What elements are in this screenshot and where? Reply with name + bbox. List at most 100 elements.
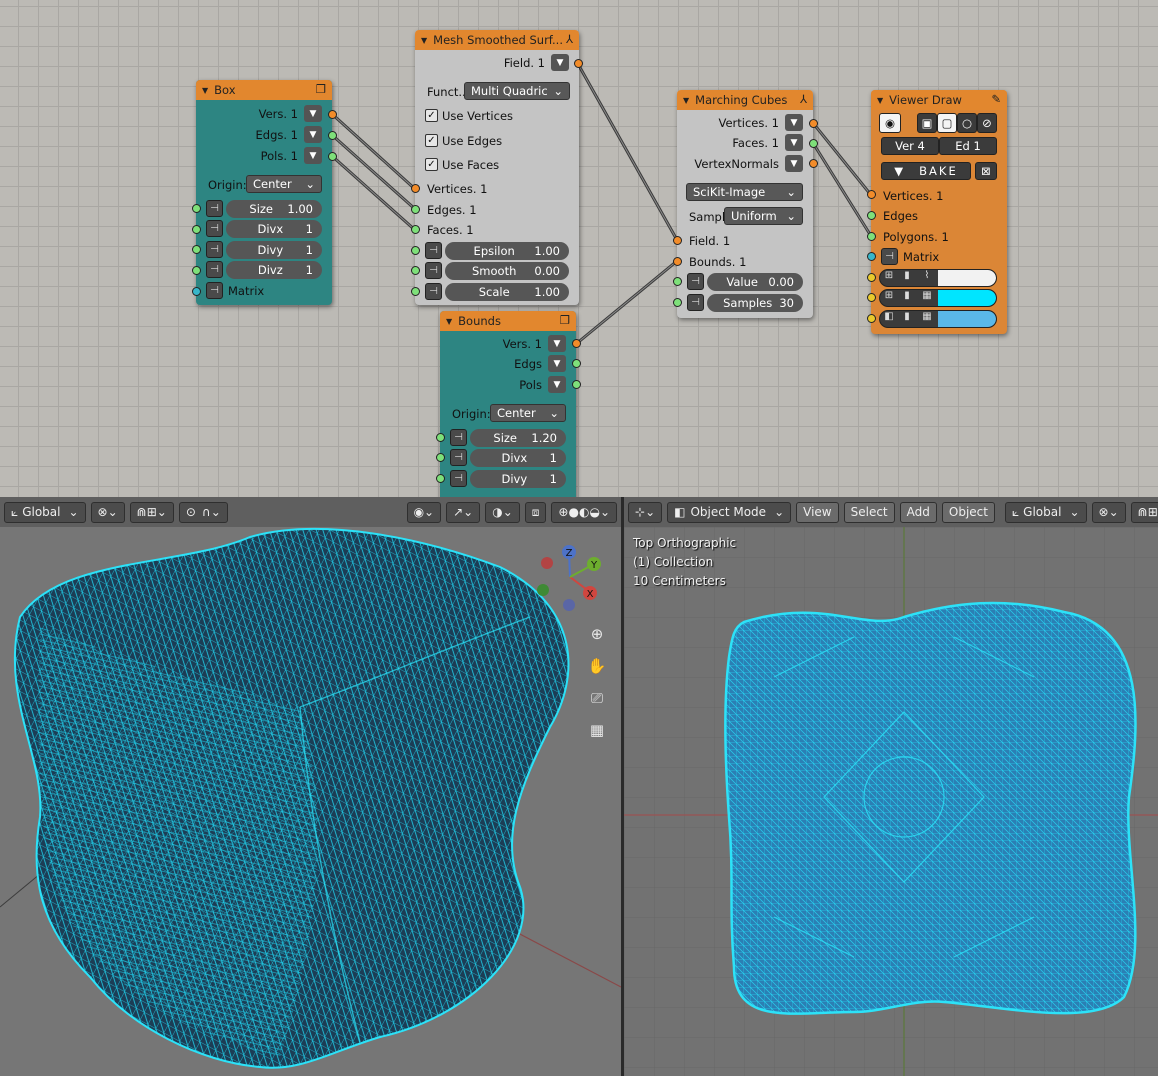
socket-input[interactable]: [867, 273, 876, 282]
bounds-node[interactable]: ▼ Bounds ❐ Vers. 1 ▼ Edgs ▼ Pols ▼ Origin: Ce…: [440, 311, 576, 497]
hand-pan-icon[interactable]: ✋: [586, 655, 608, 677]
socket-input[interactable]: [192, 225, 201, 234]
bounds-size-field[interactable]: Size 1.20: [470, 429, 566, 447]
use-vertices-checkbox[interactable]: ✓ Use Vertices: [425, 106, 513, 125]
add-menu[interactable]: Add: [899, 501, 937, 523]
pivot-select[interactable]: ⊗ ⌄: [90, 501, 125, 523]
bounds-divx-field[interactable]: Divx 1: [470, 449, 566, 467]
eye-icon[interactable]: ◉: [879, 113, 901, 133]
socket-output[interactable]: [328, 152, 337, 161]
lock-icon[interactable]: ⊣: [450, 429, 467, 446]
view-menu[interactable]: View: [796, 501, 839, 523]
camera-icon[interactable]: ⎚: [586, 687, 608, 709]
viewer-draw-header[interactable]: ▼ Viewer Draw ✎: [871, 90, 1007, 110]
marching-cubes-node[interactable]: ▼ Marching Cubes ⅄ Vertices. 1 ▼ Faces. 1 ▼ …: [677, 90, 813, 318]
bounds-origin-select[interactable]: Center ⌄: [490, 404, 566, 422]
overlay-toggle[interactable]: ◑ ⌄: [485, 501, 520, 523]
bake-button[interactable]: ▼ BAKE: [881, 162, 971, 180]
visibility-select[interactable]: ◉ ⌄: [406, 501, 442, 523]
lock-icon[interactable]: ⊣: [206, 220, 223, 237]
socket-input[interactable]: [436, 474, 445, 483]
socket-output[interactable]: [809, 119, 818, 128]
mc-samples-field[interactable]: Samples 30: [707, 294, 803, 312]
transform-orientation-select[interactable]: ⟀ Global ⌄: [1004, 501, 1087, 523]
chevron-down-icon[interactable]: ▼: [551, 54, 569, 71]
node-editor[interactable]: ▼ Box ❐ Vers. 1 ▼ Edgs. 1 ▼ Pols. 1 ▼ Origin:…: [0, 0, 1158, 497]
socket-output[interactable]: [328, 110, 337, 119]
lock-icon[interactable]: ⊣: [206, 261, 223, 278]
vert-color-row[interactable]: ⊞ ▮ ⌇: [879, 269, 997, 287]
chevron-down-icon[interactable]: ▼: [548, 335, 566, 352]
vertex-size-field[interactable]: Ver 4: [881, 137, 939, 155]
socket-output[interactable]: [574, 59, 583, 68]
link-icon[interactable]: ⊘: [977, 113, 997, 133]
socket-input[interactable]: [867, 293, 876, 302]
mc-sample-select[interactable]: Uniform ⌄: [724, 207, 803, 225]
poly-color-row[interactable]: ◧ ▮ ▦: [879, 310, 997, 328]
bounds-divy-field[interactable]: Divy 1: [470, 470, 566, 488]
chevron-down-icon[interactable]: ▼: [304, 126, 322, 143]
vertex-display-icon[interactable]: ▢: [937, 113, 957, 133]
lock-icon[interactable]: ⊣: [206, 241, 223, 258]
socket-output[interactable]: [809, 159, 818, 168]
mc-value-field[interactable]: Value 0.00: [707, 273, 803, 291]
socket-input[interactable]: [192, 204, 201, 213]
xray-toggle[interactable]: ⧈: [524, 501, 547, 523]
use-edges-checkbox[interactable]: ✓ Use Edges: [425, 131, 502, 150]
socket-input[interactable]: [867, 211, 876, 220]
chevron-down-icon[interactable]: ▼: [785, 114, 803, 131]
lock-icon[interactable]: ⊣: [425, 262, 442, 279]
gizmo-toggle[interactable]: ↗ ⌄: [446, 501, 481, 523]
mesh-epsilon-field[interactable]: Epsilon 1.00: [445, 242, 569, 260]
snap-select[interactable]: ⋒ ⊞ ⌄: [129, 501, 174, 523]
lock-icon[interactable]: ⊣: [450, 449, 467, 466]
box-node[interactable]: ▼ Box ❐ Vers. 1 ▼ Edgs. 1 ▼ Pols. 1 ▼ Origin:…: [196, 80, 332, 305]
socket-input[interactable]: [673, 236, 682, 245]
socket-input[interactable]: [436, 453, 445, 462]
box-divx-field[interactable]: Divx 1: [226, 220, 322, 238]
box-divy-field[interactable]: Divy 1: [226, 241, 322, 259]
lock-icon[interactable]: ⊣: [687, 273, 704, 290]
socket-input[interactable]: [436, 433, 445, 442]
lock-icon[interactable]: ⊣: [206, 200, 223, 217]
socket-input[interactable]: [673, 257, 682, 266]
socket-output[interactable]: [572, 339, 581, 348]
socket-output[interactable]: [572, 359, 581, 368]
snap-select[interactable]: ⋒ ⊞: [1130, 501, 1158, 523]
bounds-node-header[interactable]: ▼ Bounds ❐: [440, 311, 576, 331]
mesh-func-select[interactable]: Multi Quadric ⌄: [464, 82, 570, 100]
proportional-edit-select[interactable]: ⊙ ∩ ⌄: [178, 501, 228, 523]
socket-input[interactable]: [867, 314, 876, 323]
viewport-left[interactable]: Z Y X ⊕ ✋ ⎚ ▦ ⟀ Global ⌄ ⊗ ⌄ ⋒ ⊞ ⌄ ⊙ ∩ ⌄ ◉ ⌄ ↗ ⌄ …: [0, 497, 621, 1076]
pivot-select[interactable]: ⊗ ⌄: [1091, 501, 1126, 523]
chevron-down-icon[interactable]: ▼: [785, 155, 803, 172]
lock-icon[interactable]: ⊣: [206, 282, 223, 299]
sphere-display-icon[interactable]: ○: [957, 113, 977, 133]
socket-input[interactable]: [673, 277, 682, 286]
socket-input[interactable]: [411, 287, 420, 296]
zoom-icon[interactable]: ⊕: [586, 623, 608, 645]
lock-icon[interactable]: ⊣: [425, 283, 442, 300]
socket-input[interactable]: [867, 232, 876, 241]
chevron-down-icon[interactable]: ▼: [304, 105, 322, 122]
chevron-down-icon[interactable]: ▼: [785, 134, 803, 151]
chevron-down-icon[interactable]: ▼: [304, 147, 322, 164]
socket-input[interactable]: [192, 266, 201, 275]
box-divz-field[interactable]: Divz 1: [226, 261, 322, 279]
socket-input[interactable]: [867, 190, 876, 199]
transform-orientation-select[interactable]: ⟀ Global ⌄: [4, 501, 86, 523]
socket-input[interactable]: [411, 184, 420, 193]
socket-input[interactable]: [192, 245, 201, 254]
lock-icon[interactable]: ⊣: [425, 242, 442, 259]
mesh-smooth-field[interactable]: Smooth 0.00: [445, 262, 569, 280]
poly-color-swatch[interactable]: [938, 311, 996, 327]
edge-color-swatch[interactable]: [938, 290, 996, 306]
vert-color-swatch[interactable]: [938, 270, 996, 286]
viewer-draw-node[interactable]: ▼ Viewer Draw ✎ ◉ ▣ ▢ ○ ⊘ Ver 4 Ed 1 ▼ BAKE…: [871, 90, 1007, 334]
shading-modes[interactable]: ⊕ ● ◐ ◒ ⌄: [551, 501, 617, 523]
socket-input[interactable]: [673, 298, 682, 307]
object-menu[interactable]: Object: [941, 501, 995, 523]
mesh-smoothed-node-header[interactable]: ▼ Mesh Smoothed Surf... ⅄: [415, 30, 579, 50]
mesh-smoothed-node[interactable]: ▼ Mesh Smoothed Surf... ⅄ Field. 1 ▼ Funct.…: [415, 30, 579, 305]
edge-color-row[interactable]: ⊞ ▮ ▦: [879, 289, 997, 307]
